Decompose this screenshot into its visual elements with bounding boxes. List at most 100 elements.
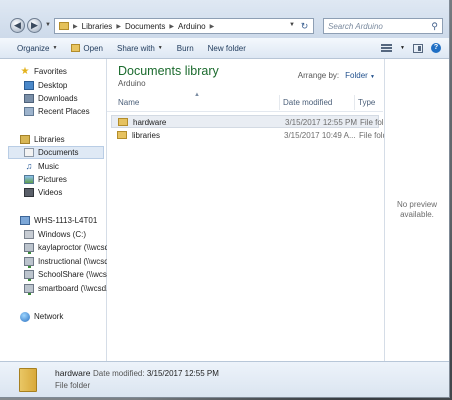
command-bar: Organize ▼ Open Share with ▼ Burn New fo… bbox=[0, 38, 449, 59]
open-label: Open bbox=[83, 43, 103, 53]
large-folder-icon bbox=[19, 368, 37, 392]
sidebar-item-label: Windows (C:) bbox=[38, 230, 87, 239]
chevron-right-icon[interactable]: ▶ bbox=[116, 23, 121, 30]
help-icon[interactable]: ? bbox=[431, 43, 441, 53]
sidebar-item-desktop[interactable]: Desktop bbox=[24, 79, 67, 92]
search-icon[interactable]: ⚲ bbox=[431, 21, 438, 32]
sidebar-item-documents[interactable]: Documents bbox=[8, 146, 104, 159]
details-date-modified: Date modified: 3/15/2017 12:55 PM bbox=[93, 369, 219, 378]
new-folder-button[interactable]: New folder bbox=[201, 38, 253, 58]
burn-label: Burn bbox=[176, 43, 194, 53]
preview-pane-icon[interactable] bbox=[413, 43, 423, 53]
details-date-modified-value: 3/15/2017 12:55 PM bbox=[146, 369, 219, 378]
change-view-icon[interactable] bbox=[381, 44, 393, 52]
caret-down-icon: ▼ bbox=[370, 74, 375, 80]
sidebar-network-label: Network bbox=[34, 312, 64, 321]
folder-icon bbox=[118, 118, 128, 126]
column-divider[interactable] bbox=[354, 95, 355, 110]
details-date-modified-label: Date modified: bbox=[93, 369, 145, 378]
arrange-by-dropdown[interactable]: Folder ▼ bbox=[345, 71, 375, 80]
sidebar-item-downloads[interactable]: Downloads bbox=[24, 92, 78, 105]
recent-pages-chevron-icon[interactable]: ▼ bbox=[45, 22, 51, 28]
column-headers: ▲ Name Date modified Type bbox=[107, 92, 383, 112]
address-dropdown-icon[interactable]: ▼ bbox=[289, 22, 295, 28]
refresh-icon[interactable]: ↻ bbox=[298, 20, 311, 32]
sidebar-item-kaylaproctor[interactable]: kaylaproctor (\\wcsd bbox=[24, 241, 109, 254]
file-row-libraries[interactable]: libraries 3/15/2017 10:49 A... File fold… bbox=[111, 129, 394, 142]
search-input[interactable] bbox=[328, 21, 428, 31]
network-globe-icon bbox=[20, 311, 30, 322]
sidebar-item-label: SchoolShare (\\wcsd bbox=[38, 270, 112, 279]
hard-drive-icon bbox=[24, 230, 34, 239]
library-title: Documents library bbox=[118, 64, 219, 78]
sidebar-item-label: Instructional (\\wcsd bbox=[38, 257, 109, 266]
share-with-label: Share with bbox=[117, 43, 155, 53]
sidebar-computer-label: WHS-1113-L4T01 bbox=[34, 216, 98, 225]
chevron-right-icon[interactable]: ▶ bbox=[169, 23, 174, 30]
desktop-icon bbox=[24, 81, 34, 90]
details-file-type: File folder bbox=[55, 381, 91, 390]
sidebar-item-label: Recent Places bbox=[38, 107, 90, 116]
address-bar[interactable]: ▶ Libraries ▶ Documents ▶ Arduino ▶ ▼ ↻ bbox=[54, 18, 314, 34]
sidebar-item-pictures[interactable]: Pictures bbox=[24, 173, 67, 186]
forward-arrow-icon: ▶ bbox=[31, 20, 38, 30]
pictures-icon bbox=[24, 175, 34, 184]
caret-down-icon[interactable]: ▼ bbox=[400, 45, 405, 51]
sidebar-item-label: Desktop bbox=[38, 81, 68, 90]
videos-icon bbox=[24, 188, 34, 197]
sort-ascending-icon: ▲ bbox=[194, 92, 200, 98]
forward-button[interactable]: ▶ bbox=[27, 18, 42, 33]
libraries-icon bbox=[20, 135, 30, 144]
sidebar-item-schoolshare[interactable]: SchoolShare (\\wcsd bbox=[24, 268, 111, 281]
sidebar-item-recent-places[interactable]: Recent Places bbox=[24, 105, 90, 118]
sidebar-item-label: kaylaproctor (\\wcsd bbox=[38, 243, 110, 252]
sidebar-item-smartboard[interactable]: smartboard (\\wcsd.\ bbox=[24, 282, 110, 295]
sidebar-item-label: Downloads bbox=[38, 94, 78, 103]
column-divider[interactable] bbox=[279, 95, 280, 110]
recent-places-icon bbox=[24, 107, 34, 116]
library-subtitle: Arduino bbox=[118, 79, 146, 88]
file-name: libraries bbox=[132, 131, 161, 140]
file-list-pane: Documents library Arduino Arrange by: Fo… bbox=[107, 59, 395, 361]
breadcrumb-arduino[interactable]: Arduino bbox=[178, 22, 206, 31]
folder-icon bbox=[59, 22, 69, 30]
sidebar-item-label: Documents bbox=[38, 148, 79, 157]
sidebar-item-label: smartboard (\\wcsd.\ bbox=[38, 284, 111, 293]
back-button[interactable]: ◀ bbox=[10, 18, 25, 33]
sidebar-item-computer[interactable]: WHS-1113-L4T01 bbox=[20, 214, 97, 227]
sidebar-item-label: Videos bbox=[38, 188, 63, 197]
open-button[interactable]: Open bbox=[64, 38, 110, 58]
sidebar-libraries-label: Libraries bbox=[34, 135, 65, 144]
column-header-name[interactable]: Name bbox=[118, 98, 139, 107]
documents-icon bbox=[24, 148, 34, 157]
computer-icon bbox=[20, 216, 30, 225]
navigation-pane: ★ Favorites Desktop Downloads Recent Pla… bbox=[0, 59, 111, 361]
network-drive-icon bbox=[24, 243, 34, 254]
share-with-button[interactable]: Share with ▼ bbox=[110, 38, 170, 58]
sidebar-item-music[interactable]: ♫ Music bbox=[24, 160, 59, 173]
star-icon: ★ bbox=[20, 66, 30, 77]
file-date: 3/15/2017 12:55 PM bbox=[285, 118, 358, 127]
no-preview-message: No preview available. bbox=[385, 200, 449, 220]
sidebar-item-videos[interactable]: Videos bbox=[24, 186, 62, 199]
column-header-date-modified[interactable]: Date modified bbox=[283, 98, 332, 107]
sidebar-item-favorites[interactable]: ★ Favorites bbox=[20, 65, 67, 78]
sidebar-item-libraries[interactable]: Libraries bbox=[20, 133, 65, 146]
file-row-hardware[interactable]: hardware 3/15/2017 12:55 PM File folder bbox=[111, 115, 395, 128]
file-name: hardware bbox=[133, 118, 167, 127]
search-box[interactable]: ⚲ bbox=[323, 18, 443, 34]
column-header-type[interactable]: Type bbox=[358, 98, 375, 107]
breadcrumb-libraries[interactable]: Libraries bbox=[82, 22, 113, 31]
organize-button[interactable]: Organize ▼ bbox=[0, 38, 64, 58]
sidebar-item-network[interactable]: Network bbox=[20, 310, 63, 323]
breadcrumb-documents[interactable]: Documents bbox=[125, 22, 165, 31]
arrange-by-value: Folder bbox=[345, 71, 368, 80]
chevron-right-icon[interactable]: ▶ bbox=[73, 23, 78, 30]
details-file-name: hardware bbox=[55, 368, 91, 378]
chevron-right-icon[interactable]: ▶ bbox=[210, 23, 215, 30]
caret-down-icon: ▼ bbox=[52, 45, 58, 51]
sidebar-item-instructional[interactable]: Instructional (\\wcsd bbox=[24, 255, 109, 268]
details-pane: hardware Date modified: 3/15/2017 12:55 … bbox=[0, 361, 449, 397]
burn-button[interactable]: Burn bbox=[170, 38, 201, 58]
sidebar-item-windows-c[interactable]: Windows (C:) bbox=[24, 228, 86, 241]
